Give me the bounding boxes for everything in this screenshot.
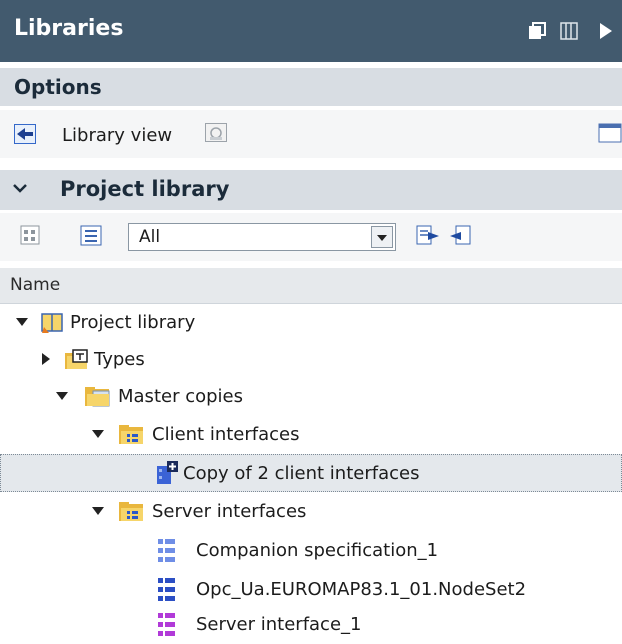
panel-title-bar: Libraries bbox=[0, 0, 622, 62]
chevron-down-icon[interactable] bbox=[12, 175, 28, 207]
filter-dropdown-value: All bbox=[139, 227, 161, 247]
interface-folder-icon bbox=[118, 424, 146, 450]
tree-item-label: Types bbox=[94, 349, 145, 370]
project-library-section-label: Project library bbox=[60, 177, 230, 201]
expand-triangle-icon[interactable] bbox=[92, 507, 104, 515]
tree-item-server-interfaces[interactable]: Server interfaces bbox=[0, 493, 622, 531]
library-grid-icon[interactable] bbox=[20, 225, 42, 251]
expand-triangle-icon[interactable] bbox=[16, 318, 28, 326]
tree-item-label: Companion specification_1 bbox=[196, 540, 439, 561]
name-column-header[interactable]: Name bbox=[0, 268, 622, 304]
tree-item-client-interfaces[interactable]: Client interfaces bbox=[0, 416, 622, 454]
client-interface-copy-icon bbox=[156, 460, 180, 490]
server-interface-icon bbox=[158, 613, 176, 641]
float-window-icon[interactable] bbox=[528, 22, 546, 40]
tree-item-label: Opc_Ua.EUROMAP83.1_01.NodeSet2 bbox=[196, 579, 527, 600]
library-view-row: Library view bbox=[0, 110, 622, 158]
tree-item-server-interface-1[interactable]: Server interface_1 bbox=[0, 606, 622, 644]
library-view-button-icon[interactable] bbox=[14, 124, 36, 148]
tree-item-companion-specification-1[interactable]: Companion specification_1 bbox=[0, 532, 622, 570]
expand-triangle-icon[interactable] bbox=[92, 430, 104, 438]
nodeset-icon bbox=[158, 578, 176, 606]
filter-dropdown[interactable]: All bbox=[128, 223, 396, 251]
panel-title: Libraries bbox=[14, 16, 124, 41]
tree-item-label: Master copies bbox=[118, 386, 243, 407]
interface-folder-icon bbox=[118, 501, 146, 527]
tree-item-label: Copy of 2 client interfaces bbox=[183, 463, 420, 484]
tree-item-project-library[interactable]: Project library bbox=[0, 304, 622, 342]
tree-item-types[interactable]: Types bbox=[0, 341, 622, 379]
collapse-panel-icon[interactable] bbox=[596, 22, 614, 40]
expand-triangle-icon[interactable] bbox=[56, 392, 68, 400]
expand-triangle-icon[interactable] bbox=[42, 353, 50, 365]
list-view-icon[interactable] bbox=[80, 225, 104, 251]
companion-specification-icon bbox=[158, 539, 176, 567]
library-view-label[interactable]: Library view bbox=[62, 125, 172, 146]
tree-item-label: Client interfaces bbox=[152, 424, 300, 445]
collapse-all-icon[interactable] bbox=[448, 225, 472, 251]
chevron-down-icon[interactable] bbox=[371, 226, 393, 248]
library-screenshot-icon[interactable] bbox=[204, 122, 228, 148]
tree-item-master-copies[interactable]: Master copies bbox=[0, 378, 622, 416]
tree-item-label: Server interface_1 bbox=[196, 614, 362, 635]
project-library-icon bbox=[40, 311, 66, 339]
name-column-label: Name bbox=[10, 275, 61, 295]
layout-columns-icon[interactable] bbox=[560, 22, 578, 40]
project-library-section-header[interactable]: Project library bbox=[0, 170, 622, 210]
window-icon[interactable] bbox=[598, 122, 622, 148]
expand-all-icon[interactable] bbox=[416, 225, 440, 251]
tree-item-label: Project library bbox=[70, 312, 196, 333]
tree-item-opc-ua-euromap83-nodeset2[interactable]: Opc_Ua.EUROMAP83.1_01.NodeSet2 bbox=[0, 571, 622, 609]
tree-item-label: Server interfaces bbox=[152, 501, 307, 522]
options-label: Options bbox=[14, 75, 102, 99]
tree-item-copy-of-2-client-interfaces[interactable]: Copy of 2 client interfaces bbox=[0, 454, 622, 492]
master-copies-folder-icon bbox=[84, 386, 112, 412]
options-section[interactable]: Options bbox=[0, 68, 622, 106]
types-folder-icon bbox=[64, 349, 90, 375]
